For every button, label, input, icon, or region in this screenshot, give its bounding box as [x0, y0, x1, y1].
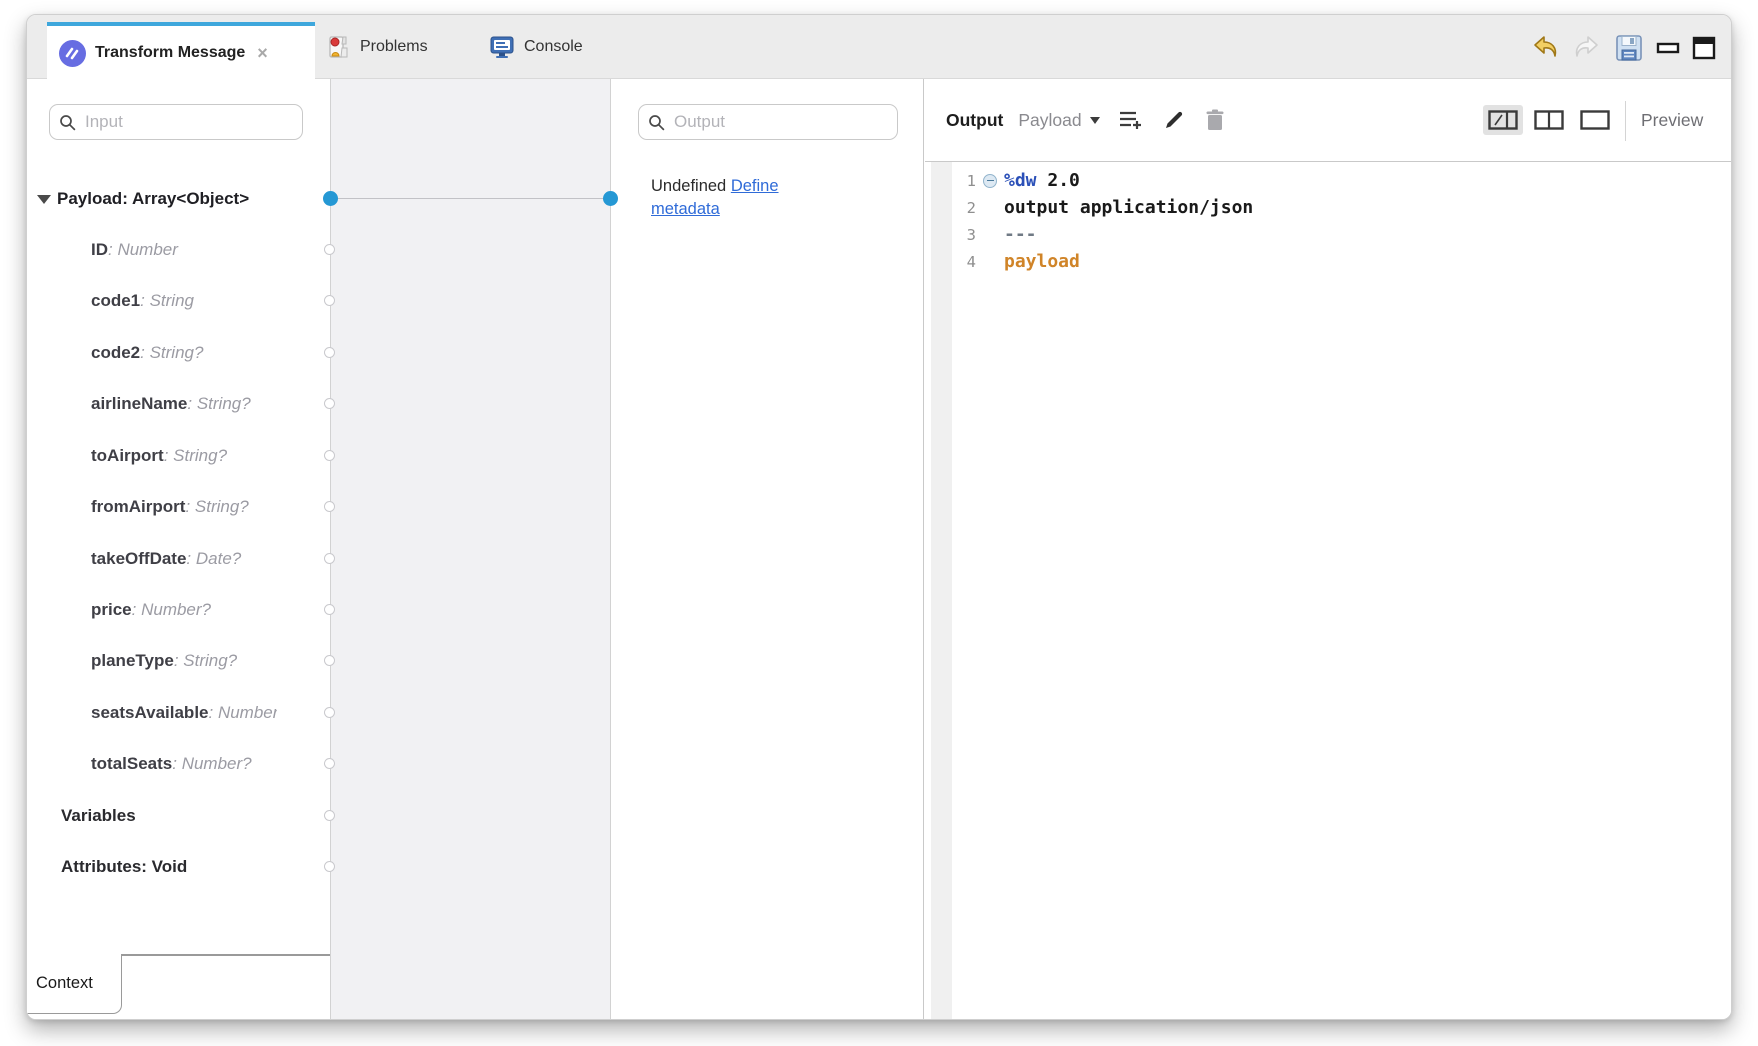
dataweave-icon [59, 40, 86, 67]
output-search-input[interactable] [672, 111, 889, 133]
tree-item-airlineName[interactable]: airlineName : String? [91, 392, 251, 416]
layout-columns-view-button[interactable] [1529, 105, 1569, 135]
field-port[interactable] [324, 501, 335, 512]
field-port[interactable] [324, 861, 335, 872]
input-tree-panel: Payload : Array<Object> ID : Number code1… [27, 79, 330, 1019]
fold-collapse-icon[interactable] [983, 174, 997, 188]
undo-icon[interactable] [1529, 31, 1561, 65]
tree-item-ID[interactable]: ID : Number [91, 238, 178, 262]
close-icon[interactable]: × [257, 44, 268, 62]
output-tree-panel: Undefined Define metadata [611, 79, 924, 1019]
tree-item-name: Payload [57, 189, 122, 209]
line-number: 4 [925, 253, 976, 271]
search-icon [648, 114, 665, 131]
context-tab-label: Context [36, 974, 93, 993]
delete-trash-icon[interactable] [1204, 108, 1226, 132]
editor-target-selector[interactable]: Payload [1018, 110, 1081, 131]
mapping-canvas [331, 79, 610, 1019]
input-ports-line [330, 79, 331, 1019]
code-line-3[interactable]: 3--- [925, 221, 1731, 248]
add-target-icon[interactable] [1118, 109, 1144, 131]
tab-console[interactable]: Console [489, 15, 583, 79]
code-header: Output Payload [925, 79, 1731, 161]
tree-item-price[interactable]: price : Number? [91, 598, 211, 622]
tree-item-takeOffDate[interactable]: takeOffDate : Date? [91, 547, 241, 571]
line-number: 2 [925, 199, 976, 217]
redo-icon[interactable] [1571, 31, 1603, 65]
field-port[interactable] [324, 758, 335, 769]
tab-console-label: Console [524, 38, 583, 56]
chevron-expanded-icon[interactable] [37, 195, 51, 204]
console-icon [489, 35, 515, 59]
tree-item-fromAirport[interactable]: fromAirport : String? [91, 495, 249, 519]
field-port[interactable] [324, 295, 335, 306]
window-toolbar [1529, 30, 1717, 66]
tree-item-totalSeats[interactable]: totalSeats : Number? [91, 752, 252, 776]
layout-single-view-button[interactable] [1575, 105, 1615, 135]
field-port[interactable] [324, 450, 335, 461]
field-port[interactable] [324, 707, 335, 718]
tab-problems-label: Problems [360, 38, 428, 56]
field-port[interactable] [324, 810, 335, 821]
field-port[interactable] [324, 398, 335, 409]
edit-pencil-icon[interactable] [1162, 108, 1186, 132]
chevron-down-icon[interactable] [1090, 117, 1100, 124]
tree-item-variables[interactable]: Variables [61, 804, 136, 828]
payload-target-port[interactable] [603, 191, 618, 206]
dataweave-script-editor[interactable]: 1%dw 2.02output application/json3---4pay… [925, 161, 1731, 1019]
maximize-icon[interactable] [1691, 31, 1717, 65]
tab-transform-label: Transform Message [95, 44, 245, 62]
code-line-1[interactable]: 1%dw 2.0 [925, 167, 1731, 194]
tree-item-planeType[interactable]: planeType : String? [91, 649, 237, 673]
tree-item-attributes[interactable]: Attributes : Void [61, 855, 187, 879]
dataweave-code-panel: Output Payload [925, 79, 1731, 1019]
output-search-box[interactable] [638, 104, 898, 140]
layout-toggle-group [1483, 105, 1615, 135]
search-icon [59, 114, 76, 131]
payload-source-port[interactable] [323, 191, 338, 206]
field-port[interactable] [324, 553, 335, 564]
minimize-icon[interactable] [1655, 31, 1681, 65]
editor-output-title: Output [946, 110, 1003, 131]
editor-gutter [931, 162, 952, 1019]
line-number: 3 [925, 226, 976, 244]
tab-transform-message[interactable]: Transform Message × [47, 22, 315, 80]
tree-item-toAirport[interactable]: toAirport : String? [91, 444, 227, 468]
tree-item-payload[interactable]: Payload : Array<Object> [37, 187, 249, 211]
tree-item-code2[interactable]: code2 : String? [91, 341, 203, 365]
code-line-2[interactable]: 2output application/json [925, 194, 1731, 221]
output-metadata-status: Undefined Define metadata [651, 175, 823, 221]
context-tab[interactable]: Context [27, 954, 122, 1014]
layout-split-view-button[interactable] [1483, 105, 1523, 135]
code-line-4[interactable]: 4payload [925, 248, 1731, 275]
editor-tab-strip: Transform Message × Problems Cons [27, 15, 1731, 79]
field-port[interactable] [324, 655, 335, 666]
tab-problems[interactable]: Problems [327, 15, 428, 79]
context-tab-line [122, 954, 330, 956]
line-number: 1 [925, 172, 976, 190]
transform-editor-body: Payload : Array<Object> ID : Number code1… [27, 79, 1731, 1019]
field-port[interactable] [324, 347, 335, 358]
transform-message-window: Transform Message × Problems Cons [26, 14, 1732, 1020]
tree-item-seatsAvailable[interactable]: seatsAvailable : Number? [91, 701, 277, 725]
save-icon[interactable] [1613, 31, 1645, 65]
problems-icon [327, 35, 351, 59]
undefined-label: Undefined [651, 177, 726, 195]
field-port[interactable] [324, 244, 335, 255]
input-search-input[interactable] [83, 111, 294, 133]
payload-connection-line [331, 198, 610, 199]
preview-button[interactable]: Preview [1641, 79, 1703, 161]
header-divider [1625, 101, 1626, 141]
field-port[interactable] [324, 604, 335, 615]
tree-item-code1[interactable]: code1 : String [91, 289, 194, 313]
input-search-box[interactable] [49, 104, 303, 140]
